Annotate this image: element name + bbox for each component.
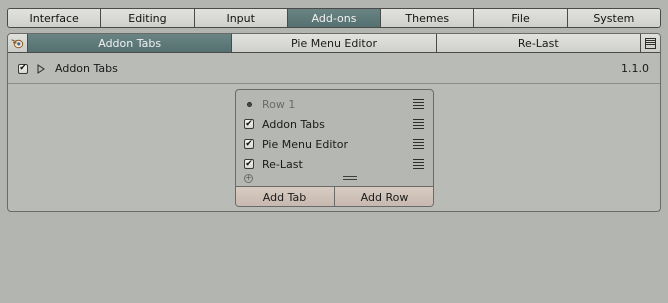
drag-handle-icon[interactable] [403, 159, 433, 169]
subtab-addon-tabs[interactable]: Addon Tabs [28, 34, 233, 52]
tab-interface[interactable]: Interface [8, 9, 102, 27]
row-label: Row 1 [262, 97, 296, 111]
re-last-checkbox[interactable]: ✔ [244, 159, 254, 169]
row-bullet-icon [246, 101, 252, 107]
addon-subtab-bar: Addon Tabs Pie Menu Editor Re-Last [8, 34, 660, 53]
subtab-re-last[interactable]: Re-Last [436, 34, 641, 52]
row-item-addon-tabs[interactable]: ✔ Addon Tabs [236, 114, 433, 134]
addon-tabs-panel: Addon Tabs Pie Menu Editor Re-Last ✔ Add… [7, 33, 661, 212]
drop-zone-icon [343, 176, 357, 180]
disclosure-triangle-icon[interactable] [37, 63, 47, 75]
box-button-row: Add Tab Add Row [236, 186, 433, 206]
tab-file[interactable]: File [474, 9, 568, 27]
addon-enabled-checkbox[interactable]: ✔ [18, 63, 28, 74]
hamburger-menu-icon[interactable] [640, 34, 660, 52]
add-item-row: + [236, 169, 433, 187]
row-item-row-1[interactable]: Row 1 [236, 94, 433, 114]
tab-input[interactable]: Input [194, 9, 288, 27]
row-label: Pie Menu Editor [262, 137, 348, 151]
add-tab-button[interactable]: Add Tab [236, 187, 335, 206]
tab-system[interactable]: System [567, 9, 660, 27]
tab-add-ons[interactable]: Add-ons [287, 9, 382, 27]
row-label: Addon Tabs [262, 117, 325, 131]
row-item-pie-menu-editor[interactable]: ✔ Pie Menu Editor [236, 134, 433, 154]
tab-rows-box: Row 1 ✔ Addon Tabs ✔ Pie Menu Editor ✔ R… [235, 89, 434, 207]
subtab-pie-menu-editor[interactable]: Pie Menu Editor [232, 34, 437, 52]
tab-editing[interactable]: Editing [101, 9, 195, 27]
add-row-button[interactable]: Add Row [335, 187, 433, 206]
drag-handle-icon[interactable] [403, 99, 433, 109]
drag-handle-icon[interactable] [403, 119, 433, 129]
addon-tabs-checkbox[interactable]: ✔ [244, 119, 254, 129]
addon-version: 1.1.0 [621, 62, 649, 75]
addon-header-row: ✔ Addon Tabs 1.1.0 [8, 54, 660, 84]
pie-menu-editor-checkbox[interactable]: ✔ [244, 139, 254, 149]
addon-name: Addon Tabs [55, 62, 118, 75]
add-circle-icon[interactable]: + [244, 173, 253, 183]
tab-themes[interactable]: Themes [381, 9, 475, 27]
blender-logo-icon[interactable] [8, 34, 28, 52]
drag-handle-icon[interactable] [403, 139, 433, 149]
preferences-tab-bar: Interface Editing Input Add-ons Themes F… [7, 8, 661, 28]
